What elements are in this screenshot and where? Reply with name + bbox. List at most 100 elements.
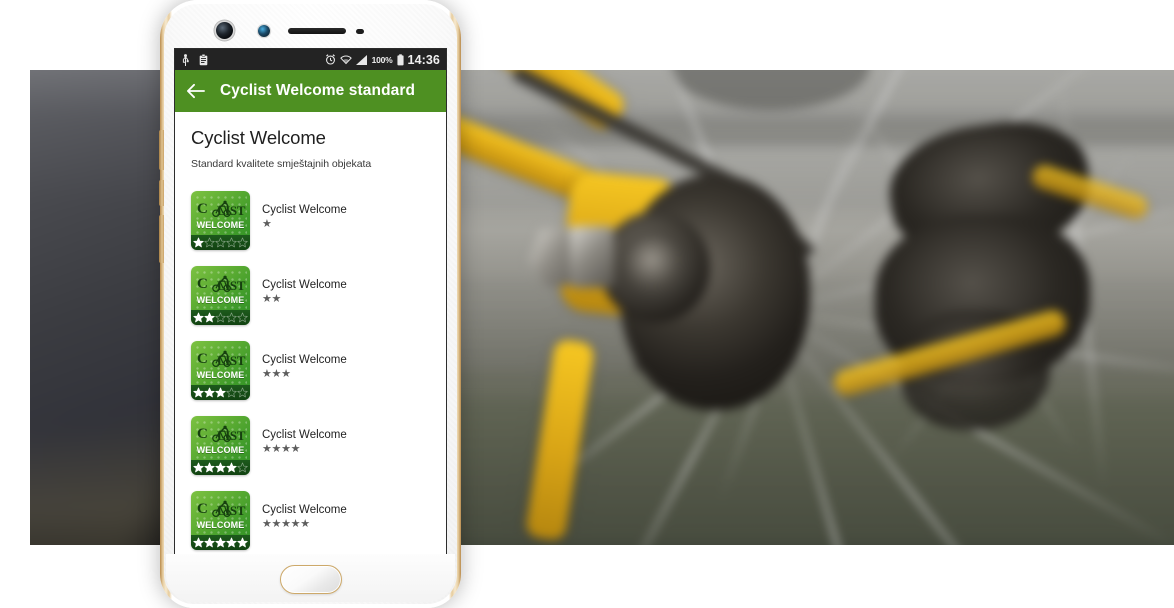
wifi-icon: [339, 55, 352, 65]
list-item-title: Cyclist Welcome: [262, 204, 347, 216]
badge-subtitle: WELCOME: [196, 370, 245, 380]
badge-subtitle: WELCOME: [196, 520, 245, 530]
usb-icon: [181, 53, 190, 66]
list-item-rating: ★★★: [262, 368, 291, 380]
badge-subtitle: WELCOME: [196, 295, 245, 305]
badge-star-strip: [191, 310, 250, 325]
badge-star-icon: [237, 312, 248, 323]
badge-star-icon: [193, 312, 204, 323]
list-item-title: Cyclist Welcome: [262, 354, 347, 366]
page-header: Cyclist Welcome Standard kvalitete smješ…: [175, 112, 446, 170]
badge-star-strip: [191, 460, 250, 475]
app-bar: Cyclist Welcome standard: [175, 70, 446, 112]
badge-logo: C LIST WELCOME: [191, 270, 250, 310]
cyclist-welcome-badge: C LIST WELCOME: [191, 191, 250, 250]
list-item[interactable]: C LIST WELCOME Cyclist Welcome ★★★: [175, 333, 446, 408]
badge-star-icon: [204, 462, 215, 473]
badge-star-strip: [191, 235, 250, 250]
list-item-texts: Cyclist Welcome ★★: [262, 262, 347, 305]
list-item-title: Cyclist Welcome: [262, 429, 347, 441]
badge-letter-c: C: [197, 426, 208, 442]
badge-star-icon: [193, 537, 204, 548]
list-item-rating: ★★★★: [262, 443, 301, 455]
cyclist-welcome-badge: C LIST WELCOME: [191, 341, 250, 400]
back-arrow-icon[interactable]: [186, 83, 205, 99]
earpiece-speaker-icon: [288, 28, 346, 34]
list-item-rating: ★★★★★: [262, 518, 310, 530]
badge-star-icon: [226, 537, 237, 548]
badge-text-list: LIST: [216, 353, 245, 368]
content-area: Cyclist Welcome Standard kvalitete smješ…: [175, 112, 446, 556]
badge-text-list: LIST: [216, 203, 245, 218]
badge-subtitle: WELCOME: [196, 445, 245, 455]
list-item[interactable]: C LIST WELCOME Cyclist Welcome ★★★★: [175, 408, 446, 483]
badge-star-icon: [204, 312, 215, 323]
badge-letter-c: C: [197, 501, 208, 517]
list-item-texts: Cyclist Welcome ★: [262, 187, 347, 230]
badge-star-icon: [215, 537, 226, 548]
badge-star-icon: [193, 237, 204, 248]
badge-star-icon: [215, 237, 226, 248]
badge-star-strip: [191, 535, 250, 550]
badge-star-icon: [226, 312, 237, 323]
cyclist-welcome-badge: C LIST WELCOME: [191, 266, 250, 325]
badge-logo: C LIST WELCOME: [191, 345, 250, 385]
badge-star-icon: [237, 462, 248, 473]
badge-star-icon: [215, 312, 226, 323]
list-item-title: Cyclist Welcome: [262, 279, 347, 291]
cyclist-welcome-badge: C LIST WELCOME: [191, 491, 250, 550]
signal-icon: [355, 54, 368, 65]
page-subtitle: Standard kvalitete smještajnih objekata: [191, 158, 372, 170]
badge-text-list: LIST: [216, 278, 245, 293]
list-item[interactable]: C LIST WELCOME Cyclist Welcome ★★: [175, 258, 446, 333]
badge-logo: C LIST WELCOME: [191, 195, 250, 235]
badge-text-list: LIST: [216, 503, 245, 518]
badge-star-icon: [193, 462, 204, 473]
badge-letter-c: C: [197, 201, 208, 217]
badge-star-strip: [191, 385, 250, 400]
badge-star-icon: [215, 462, 226, 473]
list-item-rating: ★★: [262, 293, 282, 305]
list-item-texts: Cyclist Welcome ★★★★: [262, 412, 347, 455]
notification-led-icon: [356, 29, 364, 34]
badge-star-icon: [193, 387, 204, 398]
volume-up-button[interactable]: [159, 130, 164, 170]
app-bar-title: Cyclist Welcome standard: [220, 82, 416, 99]
phone-screen: 100% 14:36 Cyclist Welcome standard Cycl…: [174, 48, 447, 556]
badge-star-icon: [237, 387, 248, 398]
badge-logo: C LIST WELCOME: [191, 420, 250, 460]
badge-subtitle: WELCOME: [196, 220, 245, 230]
badge-star-icon: [226, 462, 237, 473]
list-item[interactable]: C LIST WELCOME Cyclist Welcome ★: [175, 183, 446, 258]
badge-star-icon: [226, 387, 237, 398]
list-item-texts: Cyclist Welcome ★★★★★: [262, 487, 347, 530]
badge-star-icon: [226, 237, 237, 248]
badge-star-icon: [237, 537, 248, 548]
badge-star-icon: [237, 237, 248, 248]
list-item-title: Cyclist Welcome: [262, 504, 347, 516]
volume-down-button[interactable]: [159, 180, 164, 206]
badge-star-icon: [204, 387, 215, 398]
badge-text-list: LIST: [216, 428, 245, 443]
badge-logo: C LIST WELCOME: [191, 495, 250, 535]
badge-letter-c: C: [197, 351, 208, 367]
list-item[interactable]: C LIST WELCOME Cyclist Welcome ★★★★★: [175, 483, 446, 556]
home-button[interactable]: [279, 565, 342, 594]
screenshot-stage: 100% 14:36 Cyclist Welcome standard Cycl…: [0, 0, 1174, 608]
alarm-icon: [325, 54, 336, 65]
battery-percent-label: 100%: [371, 54, 393, 65]
front-camera-icon: [216, 22, 233, 39]
smartphone-device: 100% 14:36 Cyclist Welcome standard Cycl…: [159, 0, 461, 608]
battery-full-icon: [396, 53, 404, 66]
badge-letter-c: C: [197, 276, 208, 292]
clipboard-icon: [199, 53, 208, 66]
list-item-texts: Cyclist Welcome ★★★: [262, 337, 347, 380]
list-item-rating: ★: [262, 218, 272, 230]
badge-star-icon: [204, 237, 215, 248]
status-bar: 100% 14:36: [175, 49, 446, 70]
power-button[interactable]: [159, 215, 164, 263]
page-title: Cyclist Welcome: [191, 127, 326, 148]
standards-list: C LIST WELCOME Cyclist Welcome ★ C LIST …: [175, 183, 446, 556]
badge-star-icon: [204, 537, 215, 548]
bicycle-wheel-photo: [460, 70, 1174, 545]
